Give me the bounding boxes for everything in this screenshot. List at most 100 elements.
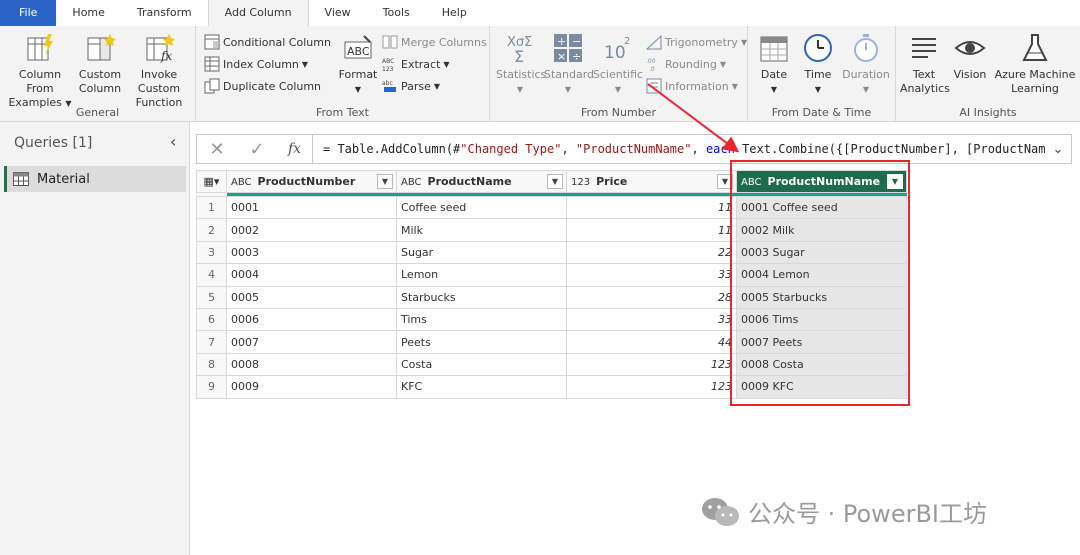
cell-productnumber[interactable]: 0004 [226, 263, 397, 287]
format-button[interactable]: ABC Format ▼ [336, 32, 380, 97]
cell-price[interactable]: 123 [566, 352, 737, 377]
formula-bar: ✕ ✓ fx = Table.AddColumn(#"Changed Type"… [196, 134, 1072, 164]
cell-productname[interactable]: Peets [396, 330, 567, 354]
row-number[interactable]: 2 [196, 218, 227, 242]
row-number[interactable]: 9 [196, 375, 227, 399]
vision-button[interactable]: Vision [950, 32, 990, 82]
tab-tools[interactable]: Tools [367, 0, 426, 26]
duplicate-column-button[interactable]: Duplicate Column [204, 76, 321, 96]
index-column-label: Index Column [223, 57, 299, 71]
parse-button[interactable]: abc Parse ▼ [382, 76, 440, 96]
column-header-price[interactable]: 123 Price ▼ [566, 170, 737, 193]
time-button[interactable]: Time ▼ [798, 32, 838, 97]
column-header-productname[interactable]: ABC ProductName ▼ [396, 170, 567, 193]
cell-productnumber[interactable]: 0003 [226, 240, 397, 265]
tab-view[interactable]: View [309, 0, 367, 26]
azure-machine-learning-button[interactable]: Azure Machine Learning [992, 32, 1078, 96]
trigonometry-button[interactable]: Trigonometry ▼ [646, 32, 747, 52]
text-analytics-button[interactable]: Text Analytics [900, 32, 950, 96]
conditional-column-button[interactable]: Conditional Column [204, 32, 331, 52]
cell-productname[interactable]: Milk [396, 218, 567, 242]
rounding-button[interactable]: .00.0 Rounding ▼ [646, 54, 726, 74]
row-number[interactable]: 1 [196, 195, 227, 220]
index-column-button[interactable]: Index Column ▼ [204, 54, 308, 74]
cell-productnumber[interactable]: 0008 [226, 352, 397, 377]
type-number-icon: 123 [571, 177, 591, 188]
cell-price[interactable]: 123 [566, 375, 737, 399]
cell-productname[interactable]: Lemon [396, 263, 567, 287]
cell-productname[interactable]: Tims [396, 307, 567, 332]
date-button[interactable]: Date ▼ [754, 32, 794, 97]
group-general: Column From Examples ▼ Custom Column fx … [0, 26, 196, 122]
cell-price[interactable]: 44 [566, 330, 737, 354]
date-label: Date [760, 68, 788, 81]
query-item-label: Material [37, 171, 90, 187]
fx-icon[interactable]: fx [277, 135, 313, 163]
row-number[interactable]: 4 [196, 263, 227, 287]
queries-pane: Queries [1] ‹ Material [0, 122, 190, 555]
standard-button[interactable]: + − × ÷ Standard ▼ [544, 32, 594, 97]
group-ai-insights: Text Analytics Vision Azure Machine Lear… [896, 26, 1080, 122]
information-button[interactable]: Information ▼ [646, 76, 738, 96]
cell-productname[interactable]: Coffee seed [396, 195, 567, 220]
table-menu-icon[interactable]: ▦▾ [196, 170, 227, 193]
cell-productnumber[interactable]: 0002 [226, 218, 397, 242]
cell-productnumber[interactable]: 0001 [226, 195, 397, 220]
merge-columns-icon [382, 35, 398, 49]
cell-productname[interactable]: KFC [396, 375, 567, 399]
statistics-button[interactable]: XσΣ Σ Statistics ▼ [496, 32, 546, 97]
row-number[interactable]: 6 [196, 307, 227, 332]
rounding-label: Rounding [665, 57, 717, 71]
cell-price[interactable]: 33 [566, 307, 737, 332]
index-column-icon [204, 56, 220, 72]
custom-column-icon [87, 34, 116, 61]
custom-column-button[interactable]: Custom Column [78, 32, 122, 96]
tab-transform[interactable]: Transform [121, 0, 208, 26]
filter-dropdown-icon[interactable]: ▼ [377, 174, 393, 189]
cell-price[interactable]: 28 [566, 285, 737, 309]
cell-price[interactable]: 22 [566, 240, 737, 265]
extract-icon: ABC123 [382, 58, 394, 72]
tab-help[interactable]: Help [426, 0, 483, 26]
chevron-down-icon: ▼ [564, 85, 572, 94]
expand-formula-chevron-icon[interactable]: ⌄ [1045, 142, 1071, 157]
extract-button[interactable]: ABC 123 Extract ▼ [382, 54, 450, 74]
tab-add-column[interactable]: Add Column [207, 0, 309, 26]
commit-formula-icon[interactable]: ✓ [237, 139, 277, 160]
cell-productnumber[interactable]: 0005 [226, 285, 397, 309]
chevron-down-icon: ▼ [354, 85, 362, 94]
formula-input[interactable]: = Table.AddColumn(#"Changed Type", "Prod… [313, 142, 1045, 156]
column-header-productnumber[interactable]: ABC ProductNumber ▼ [226, 170, 397, 193]
cell-productnumber[interactable]: 0007 [226, 330, 397, 354]
row-number[interactable]: 7 [196, 330, 227, 354]
row-number[interactable]: 3 [196, 240, 227, 265]
cell-productname[interactable]: Starbucks [396, 285, 567, 309]
cell-price[interactable]: 11 [566, 195, 737, 220]
svg-text:fx: fx [160, 49, 172, 63]
flask-icon [1022, 34, 1048, 61]
cell-productname[interactable]: Costa [396, 352, 567, 377]
invoke-custom-function-button[interactable]: fx Invoke Custom Function [122, 32, 196, 110]
scientific-label: Scientific [592, 68, 644, 81]
scientific-button[interactable]: 10 2 Scientific ▼ [592, 32, 644, 97]
highlight-box [730, 160, 910, 406]
filter-dropdown-icon[interactable]: ▼ [547, 174, 563, 189]
merge-columns-button[interactable]: Merge Columns [382, 32, 487, 52]
collapse-chevron-icon[interactable]: ‹ [170, 132, 176, 151]
column-from-examples-icon [27, 34, 53, 61]
cell-price[interactable]: 11 [566, 218, 737, 242]
row-number[interactable]: 8 [196, 352, 227, 377]
cell-productnumber[interactable]: 0009 [226, 375, 397, 399]
text-analytics-icon [912, 38, 936, 58]
cell-price[interactable]: 33 [566, 263, 737, 287]
cell-productnumber[interactable]: 0006 [226, 307, 397, 332]
tab-home[interactable]: Home [56, 0, 120, 26]
cell-productname[interactable]: Sugar [396, 240, 567, 265]
duration-button[interactable]: Duration ▼ [840, 32, 892, 97]
cancel-formula-icon[interactable]: ✕ [197, 139, 237, 160]
column-from-examples-button[interactable]: Column From Examples ▼ [4, 32, 76, 111]
tab-file[interactable]: File [0, 0, 57, 26]
query-item-material[interactable]: Material [4, 166, 186, 192]
row-number[interactable]: 5 [196, 285, 227, 309]
svg-text:.00: .00 [646, 58, 656, 65]
